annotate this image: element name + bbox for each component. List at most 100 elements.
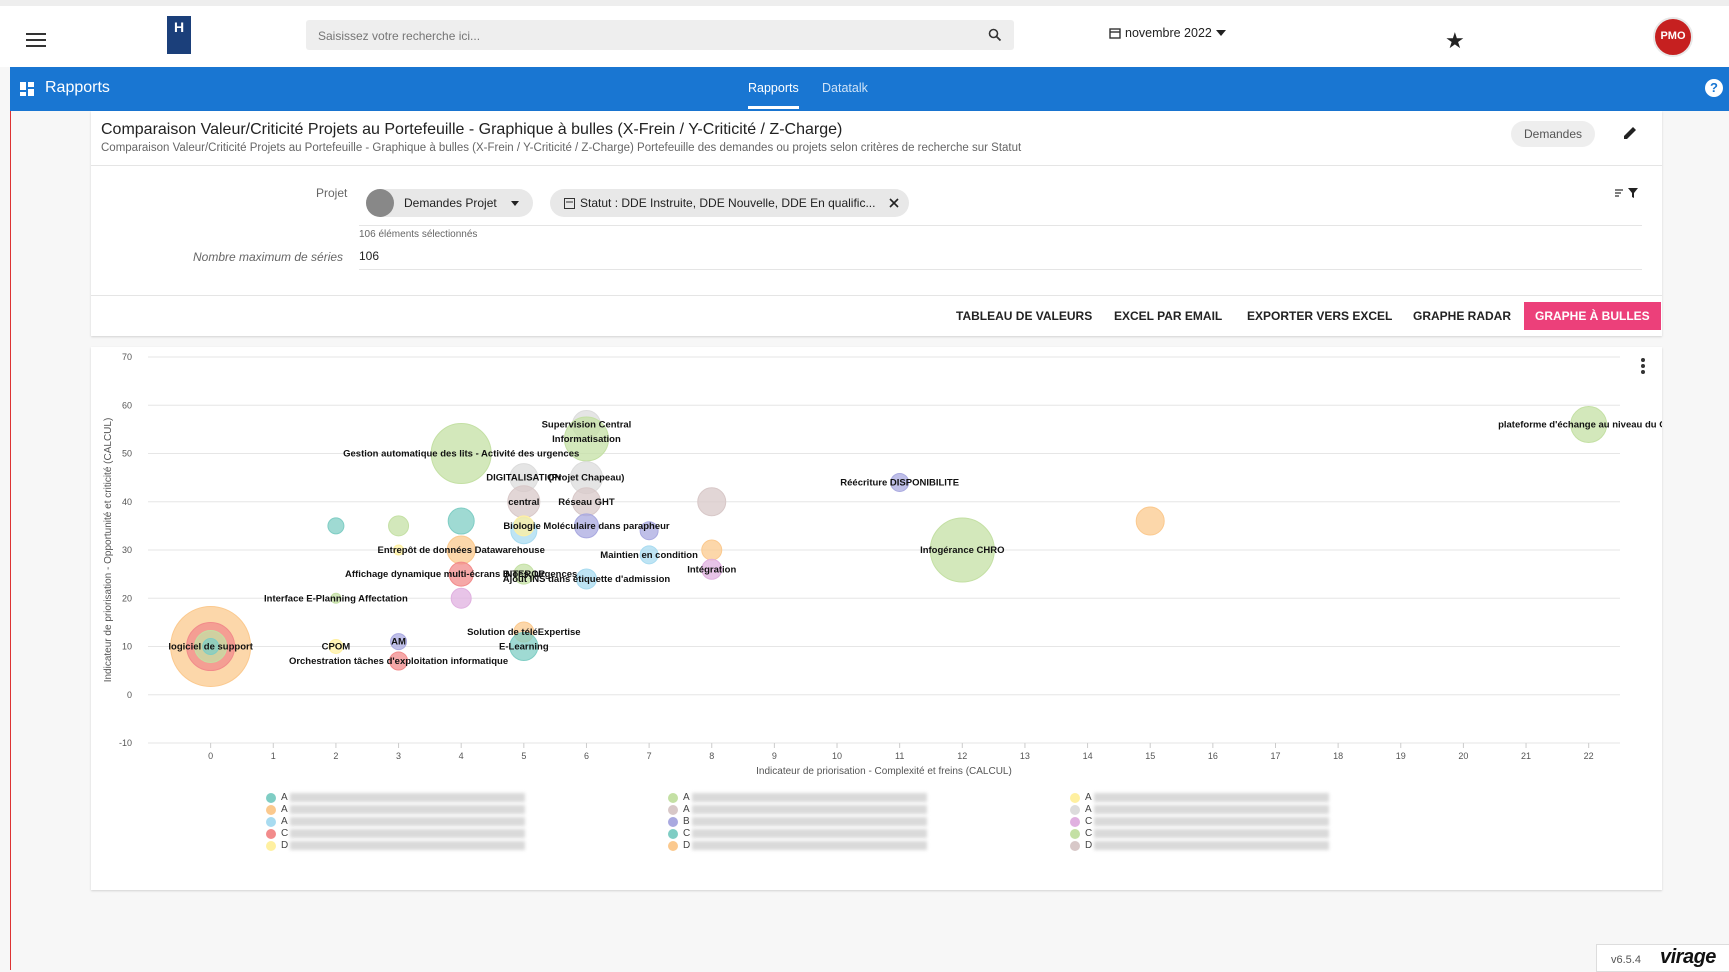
divider [91, 165, 1662, 166]
projet-avatar [366, 189, 394, 217]
legend-swatch [266, 816, 276, 827]
search-input[interactable] [316, 20, 960, 52]
footer-badge: v6.5.4 virage [1596, 944, 1729, 972]
bubble-label: Gestion automatique des lits - Activité … [343, 449, 579, 460]
x-tick-label: 6 [584, 751, 589, 761]
bubble [388, 515, 410, 537]
selected-count: 106 éléments sélectionnés [359, 229, 478, 240]
legend-blurred-text [289, 793, 525, 802]
search-icon[interactable] [988, 28, 1002, 42]
legend-item[interactable]: A [668, 792, 927, 803]
y-tick-label: 0 [127, 690, 132, 700]
x-tick-label: 5 [521, 751, 526, 761]
bubble-label: CPOM [322, 642, 351, 653]
legend-letter: C [683, 828, 691, 839]
x-axis-label: Indicateur de priorisation - Complexité … [756, 766, 1012, 777]
legend-item[interactable]: A [1070, 792, 1329, 803]
y-tick-label: 60 [122, 400, 132, 410]
legend-letter: D [281, 840, 289, 851]
top-bar: H novembre 2022 ★ PMO [0, 0, 1729, 67]
legend-item[interactable]: C [668, 828, 928, 839]
x-tick-label: 7 [647, 751, 652, 761]
bubble-label: Infogérance CHRO [920, 545, 1004, 556]
legend-blurred-text [289, 817, 525, 826]
legend-item[interactable]: C [266, 828, 526, 839]
x-tick-label: 20 [1458, 751, 1468, 761]
legend-item[interactable]: D [1070, 840, 1330, 851]
legend-swatch [668, 804, 678, 815]
app-logo[interactable]: H [167, 16, 191, 54]
legend-item[interactable]: A [266, 816, 525, 827]
help-icon[interactable]: ? [1705, 79, 1723, 97]
date-picker[interactable]: novembre 2022 [1109, 26, 1226, 40]
bubble-label: Entrepôt de données Datawarehouse [378, 545, 545, 556]
graphe-radar-button[interactable]: GRAPHE RADAR [1413, 309, 1511, 323]
legend-swatch [266, 792, 276, 803]
x-tick-label: 22 [1584, 751, 1594, 761]
max-series-value[interactable]: 106 [359, 249, 379, 263]
legend-letter: A [683, 804, 690, 815]
legend-swatch [266, 828, 276, 839]
brand-logo: virage [1660, 946, 1716, 968]
x-tick-label: 12 [957, 751, 967, 761]
legend-blurred-text [1094, 817, 1330, 826]
exporter-vers-excel-button[interactable]: EXPORTER VERS EXCEL [1247, 309, 1392, 323]
report-subtitle: Comparaison Valeur/Criticité Projets au … [101, 142, 1022, 154]
module-title: Rapports [45, 79, 110, 96]
x-tick-label: 8 [709, 751, 714, 761]
legend-item[interactable]: B [668, 816, 927, 827]
more-options-icon[interactable] [1640, 357, 1646, 375]
statut-chip[interactable]: Statut : DDE Instruite, DDE Nouvelle, DD… [550, 189, 910, 217]
x-tick-label: 16 [1208, 751, 1218, 761]
tab-rapports[interactable]: Rapports [748, 81, 799, 109]
legend-swatch [1070, 804, 1080, 815]
legend-item[interactable]: C [1070, 828, 1330, 839]
bubble-label: central [508, 497, 539, 508]
legend-item[interactable]: C [1070, 816, 1330, 827]
graphe-a-bulles-button[interactable]: GRAPHE À BULLES [1524, 302, 1661, 330]
legend-blurred-text [290, 841, 526, 850]
bubble-label: Réécriture DISPONIBILITE [840, 477, 959, 488]
tableau-de-valeurs-button[interactable]: TABLEAU DE VALEURS [956, 309, 1092, 323]
close-icon[interactable] [889, 198, 900, 208]
legend-letter: A [281, 792, 288, 803]
x-tick-label: 1 [271, 751, 276, 761]
legend-item[interactable]: A [668, 804, 927, 815]
excel-par-email-button[interactable]: EXCEL PAR EMAIL [1114, 309, 1222, 323]
calendar-icon [1109, 28, 1121, 39]
bubble-label: Biologie Moléculaire dans parapheur [503, 521, 670, 532]
legend-blurred-text [692, 829, 928, 838]
filter-icon[interactable] [1615, 187, 1639, 199]
projet-chip[interactable]: Demandes Projet [366, 189, 533, 217]
bubble [697, 487, 727, 517]
legend-blurred-text [691, 793, 927, 802]
max-series-label: Nombre maximum de séries [193, 250, 344, 264]
legend-letter: A [281, 804, 288, 815]
x-tick-label: 10 [832, 751, 842, 761]
legend-item[interactable]: A [266, 792, 525, 803]
legend-swatch [668, 840, 678, 851]
legend-swatch [266, 840, 276, 851]
edit-icon[interactable] [1622, 125, 1638, 141]
legend-item[interactable]: D [668, 840, 928, 851]
bubble [450, 587, 472, 609]
y-tick-label: 50 [122, 449, 132, 459]
bubble-label: Orchestration tâches d'exploitation info… [289, 656, 508, 667]
legend-letter: A [1085, 804, 1092, 815]
bubble-label: AM [391, 637, 406, 648]
x-tick-label: 18 [1333, 751, 1343, 761]
divider [359, 269, 1642, 270]
divider [91, 295, 1662, 296]
legend-item[interactable]: A [1070, 804, 1329, 815]
legend-letter: C [281, 828, 289, 839]
menu-icon[interactable] [26, 33, 46, 47]
legend-letter: A [683, 792, 690, 803]
favorite-star-icon[interactable]: ★ [1445, 28, 1465, 54]
legend-swatch [668, 828, 678, 839]
tab-datatalk[interactable]: Datatalk [822, 81, 868, 95]
user-avatar[interactable]: PMO [1653, 17, 1693, 57]
legend-item[interactable]: A [266, 804, 525, 815]
demandes-badge[interactable]: Demandes [1511, 121, 1596, 147]
legend-blurred-text [691, 817, 927, 826]
legend-item[interactable]: D [266, 840, 526, 851]
